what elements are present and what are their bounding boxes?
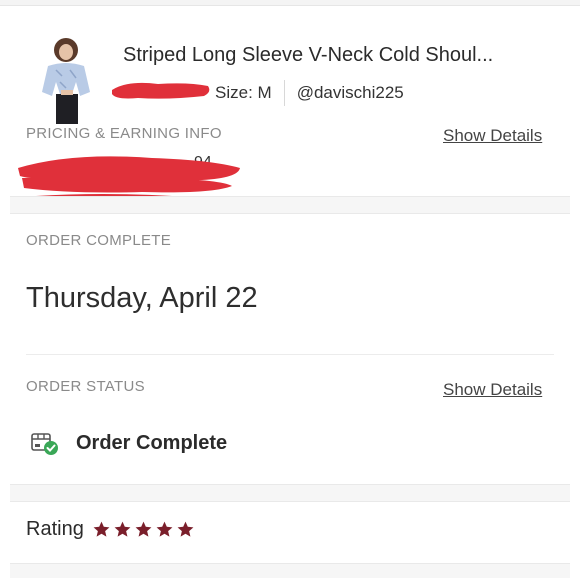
product-title[interactable]: Striped Long Sleeve V-Neck Cold Shoul... [123,44,493,67]
rating-stars [92,520,197,539]
package-check-icon [31,433,58,455]
size-label: Size: M [215,83,272,102]
star-icon [114,521,131,537]
star-icon [135,521,152,537]
star-icon [177,521,194,537]
pricing-section-label: PRICING & EARNING INFO [26,125,222,142]
section-rule [26,354,554,355]
seller-handle[interactable]: @davischi225 [297,83,404,103]
star-icon [156,521,173,537]
rating-row: Rating [26,518,197,541]
order-status-label: ORDER STATUS [26,378,145,395]
order-status-text: Order Complete [76,431,228,454]
bottom-band [10,563,570,578]
order-status-row: Order Complete [30,430,227,456]
star-icon [93,521,110,537]
section-divider [10,196,570,214]
rating-label: Rating [26,518,84,540]
meta-divider [283,80,285,106]
section-divider-2 [10,484,570,502]
product-meta: Size: M @davischi225 [215,80,404,106]
order-complete-date: Thursday, April 22 [26,282,258,314]
status-show-details-link[interactable]: Show Details [443,380,542,400]
pricing-show-details-link[interactable]: Show Details [443,126,542,146]
redaction-mark [112,82,210,99]
product-thumbnail[interactable] [36,36,98,124]
order-complete-label: ORDER COMPLETE [26,232,172,249]
